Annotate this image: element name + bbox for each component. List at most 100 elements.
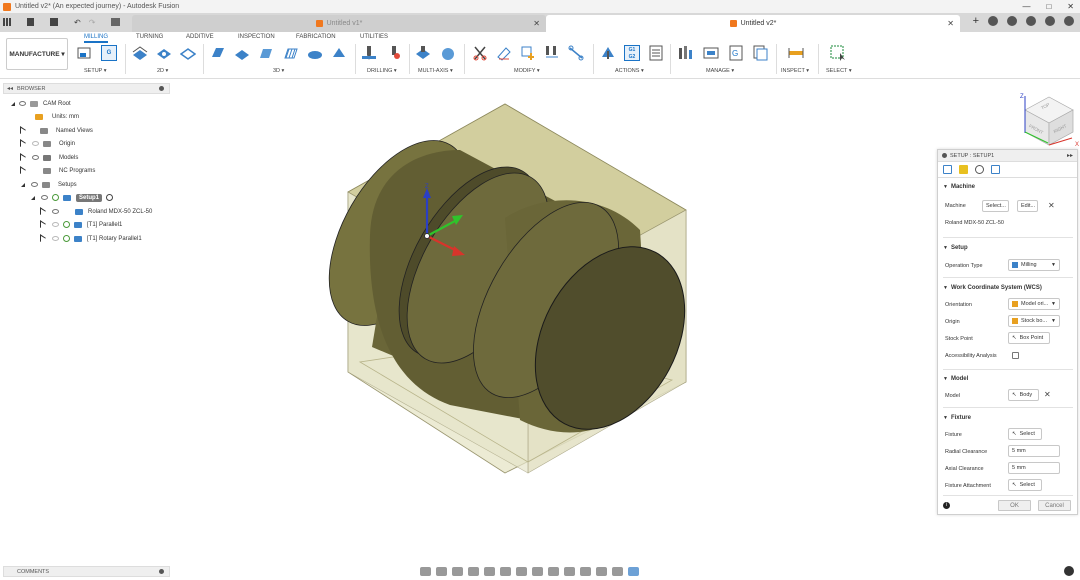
drilling-group-label[interactable]: DRILLING ▾: [367, 68, 397, 74]
display-settings-icon[interactable]: [500, 566, 511, 576]
toolpath-display-icon[interactable]: [628, 566, 639, 576]
tree-item-operation-rotary[interactable]: [T1] Rotary Parallel1: [40, 232, 142, 245]
expand-dialog-icon[interactable]: ▸▸: [1067, 152, 1073, 159]
section-model[interactable]: Model: [943, 376, 968, 382]
erase-icon[interactable]: [496, 45, 512, 61]
tab-milling[interactable]: MILLING: [84, 34, 109, 43]
pattern-icon[interactable]: [544, 45, 560, 61]
3d-scallop-icon[interactable]: [307, 45, 323, 61]
pin-icon[interactable]: [159, 86, 164, 91]
zoom-icon[interactable]: [468, 566, 479, 576]
extensions-icon[interactable]: [988, 16, 998, 26]
notifications-icon[interactable]: [1026, 16, 1036, 26]
workspace-switcher[interactable]: MANUFACTURE ▾: [6, 38, 68, 70]
select-group-label[interactable]: SELECT ▾: [826, 68, 852, 74]
tab-turning[interactable]: TURNING: [136, 34, 163, 40]
machine-edit-button[interactable]: Edit...: [1017, 200, 1038, 212]
expand-icon[interactable]: [20, 139, 26, 147]
visibility-eye-icon[interactable]: [41, 195, 48, 200]
section-analysis-icon[interactable]: [580, 566, 591, 576]
info-icon[interactable]: i: [943, 502, 950, 509]
fixture-select-button[interactable]: ↖ Select: [1008, 428, 1042, 440]
comments-panel-header[interactable]: COMMENTS: [3, 566, 170, 577]
expand-icon[interactable]: [40, 234, 46, 242]
post-process-icon[interactable]: G1 G2: [624, 45, 640, 61]
select-icon[interactable]: [830, 45, 846, 61]
section-machine[interactable]: Machine: [943, 184, 975, 190]
3d-pocket-icon[interactable]: [234, 45, 250, 61]
tab-stock-icon[interactable]: [959, 165, 968, 174]
clear-model-icon[interactable]: ✕: [1044, 390, 1051, 399]
close-tab-icon[interactable]: ✕: [533, 19, 540, 28]
visibility-eye-icon[interactable]: [52, 209, 59, 214]
3d-parallel-icon[interactable]: [283, 45, 299, 61]
manage-group-label[interactable]: MANAGE ▾: [706, 68, 734, 74]
2d-group-label[interactable]: 2D ▾: [157, 68, 168, 74]
visibility-eye-icon[interactable]: [31, 182, 38, 187]
3d-steep-shallow-icon[interactable]: [258, 45, 274, 61]
tree-item-operation-parallel[interactable]: [T1] Parallel1: [40, 218, 122, 231]
modify-group-label[interactable]: MODIFY ▾: [514, 68, 540, 74]
operation-type-select[interactable]: Milling ▼: [1008, 259, 1060, 271]
cut-icon[interactable]: [472, 45, 488, 61]
orientation-select[interactable]: Model ori... ▼: [1008, 298, 1060, 310]
cancel-button[interactable]: Cancel: [1038, 500, 1071, 511]
duplicate-icon[interactable]: [520, 45, 536, 61]
drill-icon[interactable]: [361, 45, 377, 61]
model-select-button[interactable]: ↖ Body: [1008, 389, 1039, 401]
save-icon[interactable]: [50, 18, 58, 26]
browser-panel-header[interactable]: ◂◂ BROWSER: [3, 83, 170, 94]
setup-group-label[interactable]: SETUP ▾: [84, 68, 107, 74]
2d-adaptive-icon[interactable]: [132, 45, 148, 61]
3d-adaptive-icon[interactable]: [210, 45, 226, 61]
expand-icon[interactable]: [20, 166, 26, 174]
tab-inspection[interactable]: INSPECTION: [238, 34, 275, 40]
job-status-icon[interactable]: [1007, 16, 1017, 26]
close-tab-icon[interactable]: ✕: [947, 19, 954, 28]
tree-item-setup1[interactable]: Setup1: [31, 191, 114, 204]
swarf-icon[interactable]: [440, 45, 456, 61]
setup-sheet-icon[interactable]: [648, 45, 664, 61]
expand-icon[interactable]: [20, 126, 26, 134]
visual-style-icon[interactable]: [548, 566, 559, 576]
3d-group-label[interactable]: 3D ▾: [273, 68, 284, 74]
cam-display-icon[interactable]: [612, 566, 623, 576]
section-setup[interactable]: Setup: [943, 245, 968, 251]
tree-item-cam-root[interactable]: CAM Root: [11, 97, 71, 110]
home-icon[interactable]: [111, 18, 121, 26]
tree-item-named-views[interactable]: Named Views: [20, 124, 93, 137]
maximize-button[interactable]: □: [1046, 2, 1051, 11]
tab-fabrication[interactable]: FABRICATION: [296, 34, 336, 40]
expand-icon[interactable]: [11, 101, 15, 106]
file-menu-icon[interactable]: [27, 18, 34, 26]
close-window-button[interactable]: ✕: [1067, 2, 1074, 11]
dialog-header[interactable]: SETUP : SETUP1 ▸▸: [938, 150, 1077, 162]
bottom-right-status-icon[interactable]: [1064, 566, 1074, 576]
accessibility-checkbox[interactable]: [1012, 352, 1019, 359]
2d-pocket-icon[interactable]: [156, 45, 172, 61]
hole-recognition-icon[interactable]: [386, 45, 402, 61]
stock-point-button[interactable]: ↖ Box Point: [1008, 332, 1050, 344]
machine-library-icon[interactable]: [703, 45, 719, 61]
inspect-group-label[interactable]: INSPECT ▾: [781, 68, 809, 74]
tab-additional-icon[interactable]: [991, 165, 1000, 174]
nc-program-icon[interactable]: G: [101, 45, 117, 61]
tree-item-nc-programs[interactable]: NC Programs: [20, 164, 95, 177]
visibility-eye-icon[interactable]: [52, 236, 59, 241]
visibility-eye-icon[interactable]: [19, 101, 26, 106]
viewports-icon[interactable]: [532, 566, 543, 576]
ok-button[interactable]: OK: [998, 500, 1031, 511]
tab-untitled-v1[interactable]: Untitled v1* ✕: [132, 15, 546, 32]
fixture-attachment-button[interactable]: ↖ Select: [1008, 479, 1042, 491]
tab-additive[interactable]: ADDITIVE: [186, 34, 214, 40]
help-icon[interactable]: [1045, 16, 1055, 26]
visibility-eye-icon[interactable]: [52, 222, 59, 227]
activate-radio-icon[interactable]: [106, 194, 114, 201]
rotate-icon[interactable]: [564, 566, 575, 576]
fit-icon[interactable]: [484, 566, 495, 576]
post-library-icon[interactable]: G: [728, 45, 744, 61]
orbit-icon[interactable]: [420, 566, 431, 576]
expand-icon[interactable]: [20, 153, 26, 161]
tree-item-machine[interactable]: Roland MDX-50 ZCL-50: [40, 205, 152, 218]
tab-utilities[interactable]: UTILITIES: [360, 34, 388, 40]
